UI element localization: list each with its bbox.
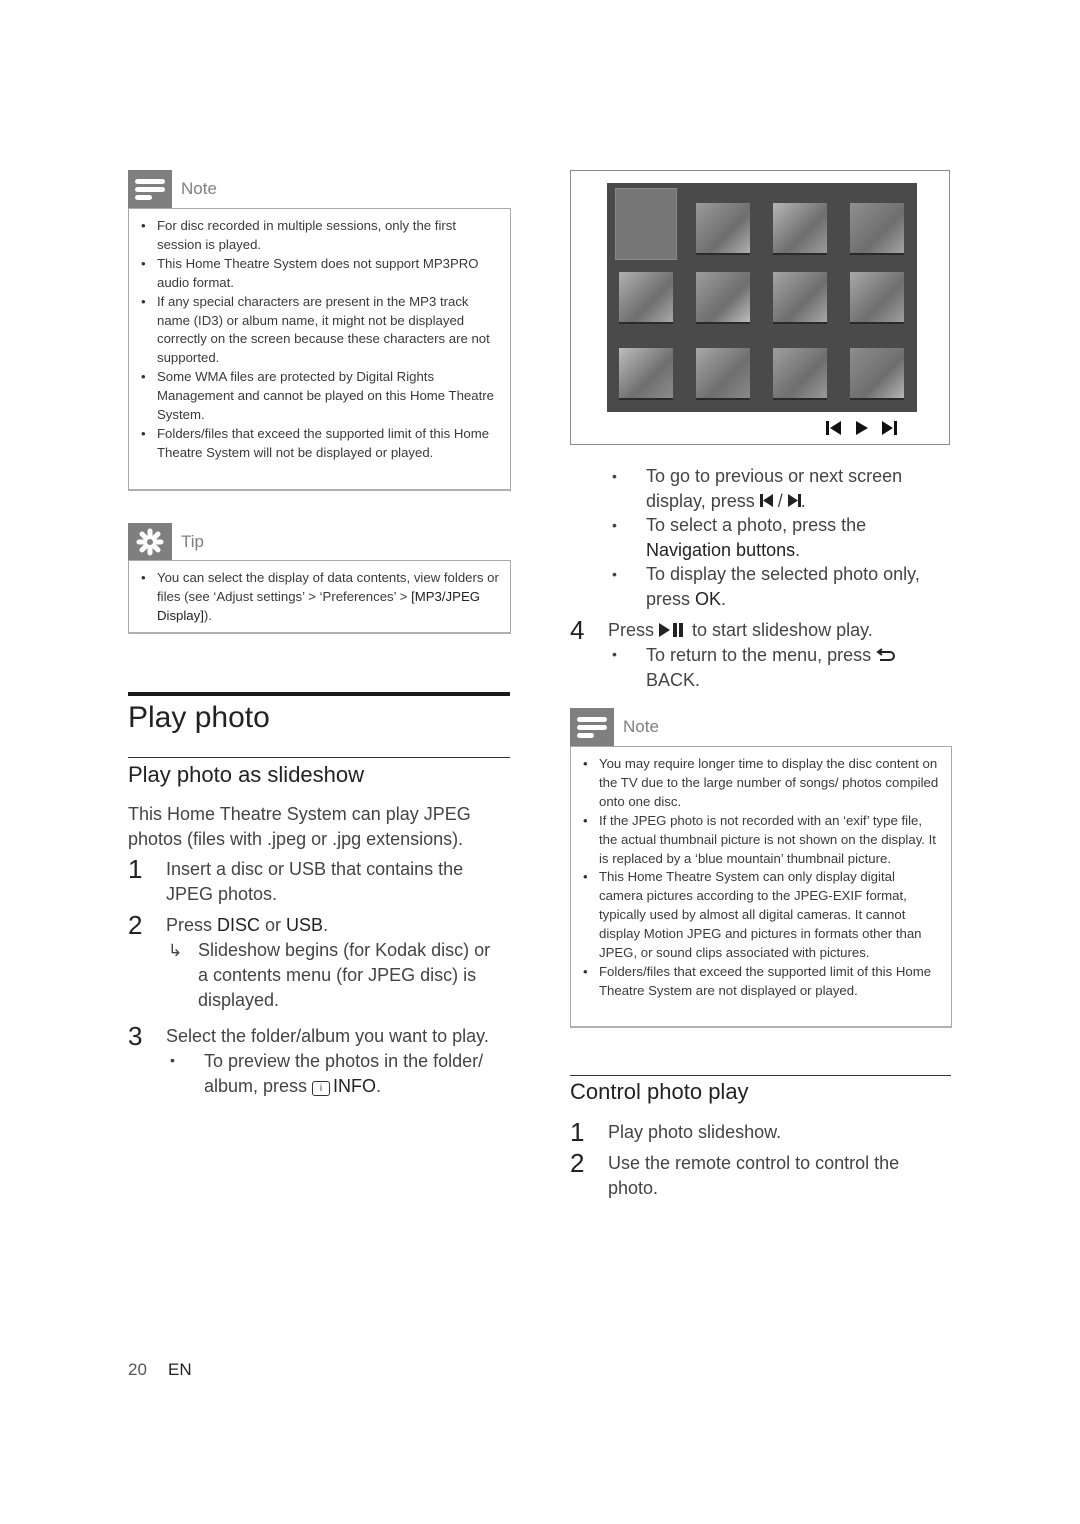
note-item: Folders/files that exceed the supported … bbox=[583, 963, 941, 1001]
photo-thumbnail[interactable] bbox=[619, 272, 673, 324]
control-rule bbox=[570, 1075, 951, 1076]
note-item: This Home Theatre System does not suppor… bbox=[141, 255, 500, 293]
thumbnail-grid bbox=[607, 183, 917, 412]
subsection-title: Play photo as slideshow bbox=[128, 762, 365, 787]
intro-text: This Home Theatre System can play JPEG p… bbox=[128, 804, 471, 849]
back-icon bbox=[876, 648, 896, 661]
language-code: EN bbox=[168, 1360, 192, 1379]
photo-thumbnail[interactable] bbox=[773, 203, 827, 255]
bullet: • bbox=[612, 566, 617, 582]
page-title: Play photo bbox=[128, 701, 270, 734]
bullet: • bbox=[612, 468, 617, 484]
left-note-box: For disc recorded in multiple sessions, … bbox=[128, 208, 511, 491]
bullet: • bbox=[612, 517, 617, 533]
note-item: Some WMA files are protected by Digital … bbox=[141, 368, 500, 425]
previous-icon bbox=[759, 494, 773, 507]
right-note-header: Note bbox=[570, 708, 659, 746]
bullet: • bbox=[170, 1052, 175, 1068]
tip-header: Tip bbox=[128, 523, 204, 561]
note-item: You may require longer time to display t… bbox=[583, 755, 941, 812]
photo-thumbnail[interactable] bbox=[850, 272, 904, 324]
photo-thumbnail-screen bbox=[570, 170, 950, 445]
note-item: For disc recorded in multiple sessions, … bbox=[141, 217, 500, 255]
photo-thumbnail[interactable] bbox=[773, 272, 827, 324]
next-icon[interactable] bbox=[882, 421, 898, 435]
right-note-title: Note bbox=[623, 717, 659, 736]
info-icon: i bbox=[312, 1081, 331, 1096]
arrow-result-icon: ↳ bbox=[168, 941, 183, 960]
right-bullet-2: To select a photo, press the Navigation … bbox=[646, 515, 867, 560]
note-lines-icon bbox=[128, 170, 172, 208]
page-number: 20 bbox=[128, 1360, 147, 1379]
play-icon[interactable] bbox=[856, 421, 868, 435]
note-item: This Home Theatre System can only displa… bbox=[583, 868, 941, 963]
note-lines-icon bbox=[570, 708, 614, 746]
photo-thumbnail[interactable] bbox=[615, 188, 677, 260]
note-item: If the JPEG photo is not recorded with a… bbox=[583, 812, 941, 869]
next-icon bbox=[787, 494, 801, 507]
asterisk-tip-icon bbox=[128, 523, 172, 561]
play-pause-icon bbox=[659, 623, 684, 637]
right-bullet-1: To go to previous or next screen display… bbox=[646, 466, 903, 511]
subsection-rule bbox=[128, 757, 510, 758]
control-title: Control photo play bbox=[570, 1079, 749, 1104]
section-rule bbox=[128, 692, 510, 696]
photo-thumbnail[interactable] bbox=[696, 203, 750, 255]
left-note-header: Note bbox=[128, 170, 217, 208]
tip-item: You can select the display of data conte… bbox=[141, 569, 500, 626]
playback-controls bbox=[826, 421, 898, 435]
photo-thumbnail[interactable] bbox=[850, 348, 904, 400]
tip-title: Tip bbox=[181, 532, 204, 551]
note-item: Folders/files that exceed the supported … bbox=[141, 425, 500, 463]
bullet: • bbox=[612, 646, 617, 662]
tip-box: You can select the display of data conte… bbox=[128, 560, 511, 634]
previous-icon[interactable] bbox=[826, 421, 842, 435]
photo-thumbnail[interactable] bbox=[850, 203, 904, 255]
photo-thumbnail[interactable] bbox=[773, 348, 827, 400]
right-bullet-3: To display the selected photo only, pres… bbox=[646, 564, 920, 609]
right-note-box: You may require longer time to display t… bbox=[570, 746, 952, 1028]
left-note-title: Note bbox=[181, 179, 217, 198]
photo-thumbnail[interactable] bbox=[696, 272, 750, 324]
photo-thumbnail[interactable] bbox=[696, 348, 750, 400]
note-item: If any special characters are present in… bbox=[141, 293, 500, 369]
photo-thumbnail[interactable] bbox=[619, 348, 673, 400]
